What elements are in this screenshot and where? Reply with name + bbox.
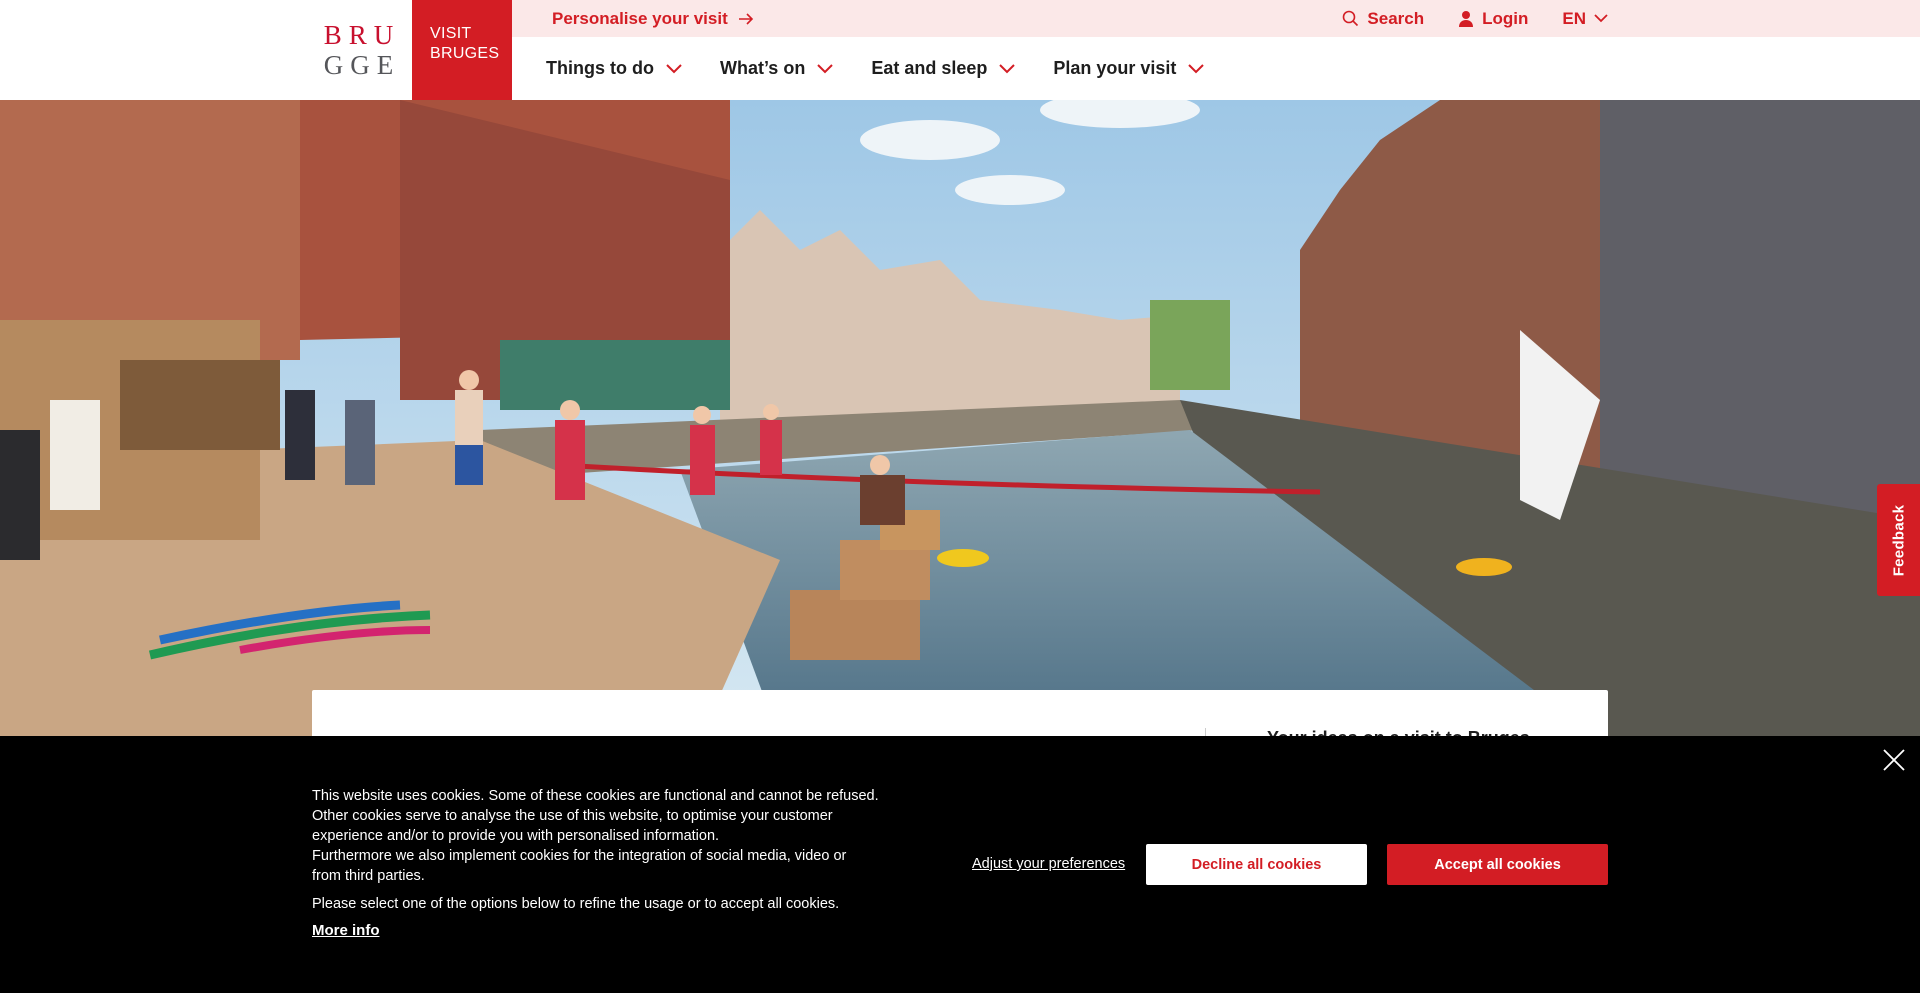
decline-cookies-button[interactable]: Decline all cookies bbox=[1146, 844, 1367, 885]
site-header: BRU GGE VISIT BRUGES Personalise your vi… bbox=[0, 0, 1920, 100]
login-label: Login bbox=[1482, 8, 1529, 28]
close-icon[interactable] bbox=[1882, 748, 1906, 772]
cookie-text-line: Furthermore we also implement cookies fo… bbox=[312, 848, 847, 864]
logo-row-2: GGE bbox=[323, 50, 401, 80]
top-utility-bar: Personalise your visit Search Login EN bbox=[512, 0, 1920, 37]
utility-links: Search Login EN bbox=[1342, 0, 1608, 37]
nav-label: Eat and sleep bbox=[871, 58, 988, 78]
brugge-logo[interactable]: BRU GGE bbox=[312, 0, 412, 100]
nav-label: Plan your visit bbox=[1053, 58, 1177, 78]
cookie-text-line: Other cookies serve to analyse the use o… bbox=[312, 808, 833, 824]
personalise-label: Personalise your visit bbox=[552, 8, 728, 28]
language-selector[interactable]: EN bbox=[1562, 9, 1608, 29]
chevron-down-icon bbox=[1188, 63, 1205, 73]
language-label: EN bbox=[1562, 8, 1586, 28]
chevron-down-icon bbox=[817, 63, 834, 73]
login-link[interactable]: Login bbox=[1458, 9, 1528, 29]
nav-label: What’s on bbox=[719, 58, 806, 78]
nav-eat-and-sleep[interactable]: Eat and sleep bbox=[871, 58, 1016, 79]
main-navigation: Things to do What’s on Eat and sleep Pla… bbox=[546, 37, 1205, 100]
search-label: Search bbox=[1367, 8, 1425, 28]
adjust-preferences-link[interactable]: Adjust your preferences bbox=[972, 856, 1125, 872]
nav-things-to-do[interactable]: Things to do bbox=[546, 58, 682, 79]
more-info-link[interactable]: More info bbox=[312, 922, 380, 939]
visit-bruges-logo[interactable]: VISIT BRUGES bbox=[412, 0, 512, 100]
search-link[interactable]: Search bbox=[1342, 9, 1424, 29]
feedback-label: Feedback bbox=[1890, 504, 1908, 576]
arrow-right-icon bbox=[738, 12, 753, 25]
cookie-banner: This website uses cookies. Some of these… bbox=[0, 736, 1920, 993]
hero-canal-scene bbox=[0, 100, 1920, 740]
cookie-text-line: from third parties. bbox=[312, 868, 425, 884]
nav-plan-your-visit[interactable]: Plan your visit bbox=[1053, 58, 1205, 79]
accept-cookies-button[interactable]: Accept all cookies bbox=[1387, 844, 1608, 885]
nav-label: Things to do bbox=[546, 58, 654, 78]
chevron-down-icon bbox=[1594, 14, 1608, 23]
search-icon bbox=[1343, 10, 1359, 27]
user-icon bbox=[1459, 11, 1474, 27]
visit-logo-line1: VISIT bbox=[430, 25, 472, 42]
hero-image bbox=[0, 100, 1920, 740]
cookie-text-line: experience and/or to provide you with pe… bbox=[312, 828, 720, 844]
cookie-message: This website uses cookies. Some of these… bbox=[312, 786, 892, 914]
logo-row-1: BRU bbox=[323, 20, 401, 50]
visit-logo-line2: BRUGES bbox=[430, 45, 500, 62]
personalise-link[interactable]: Personalise your visit bbox=[552, 0, 754, 37]
chevron-down-icon bbox=[666, 63, 682, 73]
chevron-down-icon bbox=[999, 63, 1016, 73]
cookie-text-line: This website uses cookies. Some of these… bbox=[312, 788, 879, 804]
feedback-tab[interactable]: Feedback bbox=[1877, 484, 1920, 596]
cookie-instruction: Please select one of the options below t… bbox=[312, 896, 840, 912]
nav-whats-on[interactable]: What’s on bbox=[719, 58, 834, 79]
